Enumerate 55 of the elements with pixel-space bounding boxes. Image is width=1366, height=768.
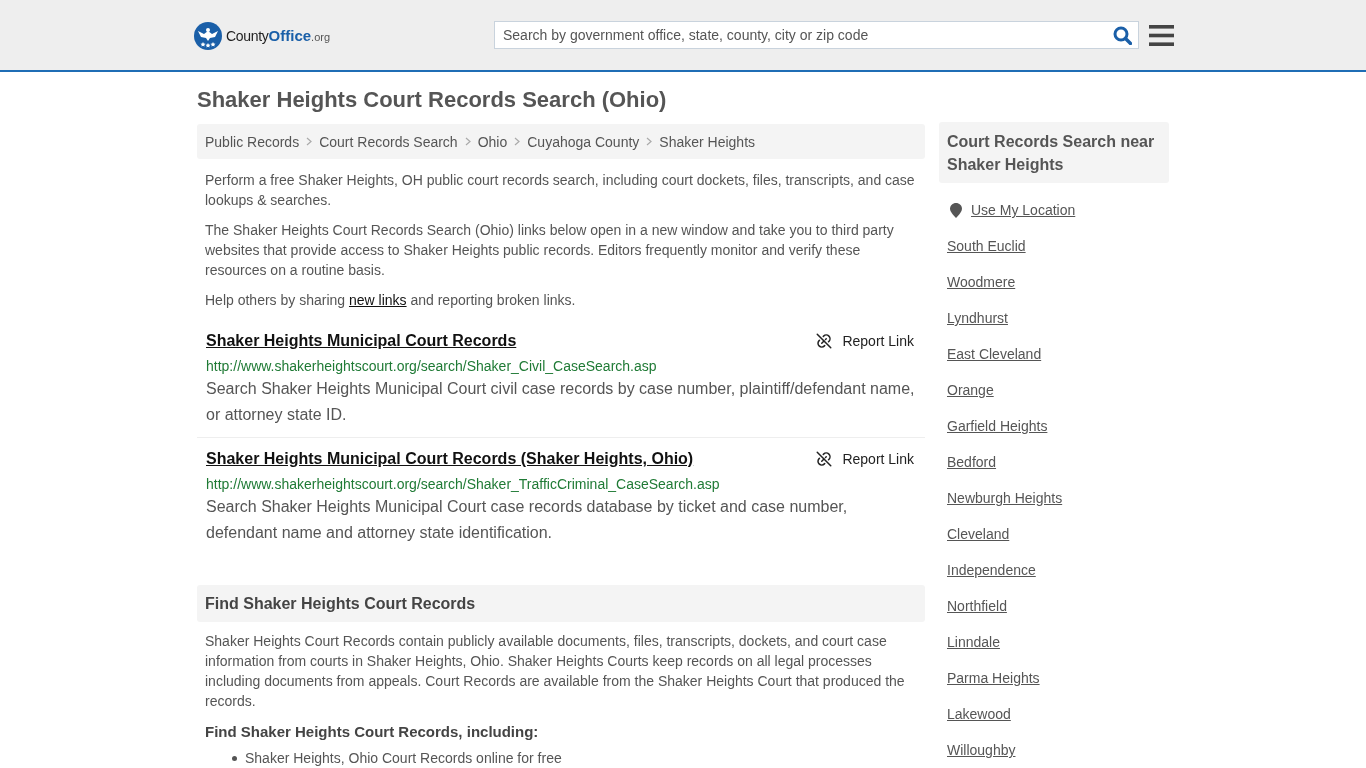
crossed-link-icon <box>815 332 834 350</box>
nearby-place-link[interactable]: Cleveland <box>947 525 1010 543</box>
report-link-button[interactable]: Report Link <box>815 450 914 468</box>
report-link-button[interactable]: Report Link <box>815 332 914 350</box>
nearby-place-link[interactable]: Orange <box>947 381 994 399</box>
logo-text: CountyOffice.org <box>226 27 331 44</box>
breadcrumb-link[interactable]: Shaker Heights <box>659 133 756 150</box>
site-logo[interactable]: CountyOffice.org <box>194 21 331 50</box>
use-location-link[interactable]: Use My Location <box>971 201 1076 219</box>
record-link-title[interactable]: Shaker Heights Municipal Court Records (Shaker Heights, Ohio) <box>206 448 694 470</box>
section-text: Shaker Heights Court Records contain publicly available documents, files, transcripts, dockets, and court case information from courts in Shaker Heights, Ohio. Shaker Heights Courts keep records on all legal processes including documents from appeals. Court Records are available from the Shaker Heights Court that produced the records. <box>204 632 906 711</box>
menu-icon <box>1149 24 1174 46</box>
record-description: Search Shaker Heights Municipal Court civil case records by case number, plaintiff/defendant name, or attorney state ID. <box>206 379 916 425</box>
breadcrumb-link[interactable]: Ohio <box>477 133 508 150</box>
nearby-place-link[interactable]: Northfield <box>947 597 1007 615</box>
nearby-place-link[interactable]: Linndale <box>947 633 1000 651</box>
nearby-place-link[interactable]: Parma Heights <box>947 669 1040 687</box>
search-icon <box>1112 25 1132 45</box>
record-description: Search Shaker Heights Municipal Court case records database by ticket and case number, defendant name and attorney state identification. <box>206 497 849 543</box>
new-links-link[interactable]: new links <box>348 292 407 308</box>
sidebar-heading: Court Records Search near Shaker Heights <box>939 122 1169 183</box>
chevron-icon <box>306 137 313 146</box>
section-subheading: Find Shaker Heights Court Records, including: <box>204 722 540 742</box>
breadcrumb-link[interactable]: Court Records Search <box>319 133 458 150</box>
chevron-icon <box>646 137 653 146</box>
crossed-link-icon <box>815 450 834 468</box>
search-field[interactable]: Search by government office, state, county, city or zip code <box>494 21 1139 49</box>
record-url: http://www.shakerheightscourt.org/search/Shaker_TrafficCriminal_CaseSearch.asp <box>206 475 721 494</box>
map-pin-icon <box>950 202 962 218</box>
nearby-place-link[interactable]: Independence <box>947 561 1036 579</box>
intro-text: Perform a free Shaker Heights, OH public court records search, including court dockets, files, transcripts, and case lookups & searches. <box>204 171 916 210</box>
nearby-place-link[interactable]: Lyndhurst <box>947 309 1008 327</box>
eagle-logo-icon <box>194 21 222 50</box>
nearby-place-link[interactable]: Newburgh Heights <box>947 489 1063 507</box>
list-item-text: Shaker Heights, Ohio Court Records online for free <box>245 749 562 767</box>
chevron-icon <box>514 137 521 146</box>
bullet-icon <box>232 755 237 761</box>
share-note-text: Help others by sharing new links and reporting broken links. <box>204 291 577 310</box>
intro-text: The Shaker Heights Court Records Search (Ohio) links below open in a new window and take you to third party websites that provide access to Shaker Heights public records. Editors frequently monitor and verify these resources on a routine basis. <box>204 221 895 280</box>
nearby-place-link[interactable]: Lakewood <box>947 705 1011 723</box>
nearby-place-link[interactable]: Willoughby <box>947 741 1016 759</box>
chevron-icon <box>464 137 471 146</box>
nearby-place-link[interactable]: Woodmere <box>947 273 1016 291</box>
breadcrumb-link[interactable]: Cuyahoga County <box>527 133 640 150</box>
page-title: Shaker Heights Court Records Search (Ohio) <box>197 86 668 113</box>
search-button[interactable] <box>1112 25 1132 45</box>
nearby-place-link[interactable]: South Euclid <box>947 237 1026 255</box>
nearby-place-link[interactable]: Garfield Heights <box>947 417 1048 435</box>
section-heading: Find Shaker Heights Court Records <box>197 585 925 622</box>
nearby-place-link[interactable]: East Cleveland <box>947 345 1042 363</box>
breadcrumb-link[interactable]: Public Records <box>205 133 300 150</box>
menu-button[interactable] <box>1149 24 1174 46</box>
record-link-title[interactable]: Shaker Heights Municipal Court Records <box>206 330 517 352</box>
nearby-place-link[interactable]: Bedford <box>947 453 997 471</box>
record-url: http://www.shakerheightscourt.org/search/Shaker_Civil_CaseSearch.asp <box>206 357 658 376</box>
